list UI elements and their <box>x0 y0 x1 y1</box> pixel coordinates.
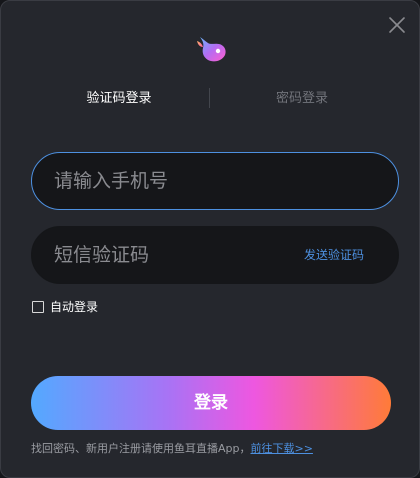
phone-field <box>31 152 399 210</box>
footer-text: 找回密码、新用户注册请使用鱼耳直播App， <box>31 442 251 455</box>
close-button[interactable] <box>385 13 409 37</box>
login-button[interactable]: 登录 <box>31 376 391 430</box>
close-icon <box>389 17 405 33</box>
code-field: 发送验证码 <box>31 226 399 284</box>
login-dialog: 验证码登录 密码登录 发送验证码 自动登录 登录 找回密码、新用户注册请使用鱼耳… <box>0 0 420 478</box>
tab-password-login[interactable]: 密码登录 <box>232 89 372 109</box>
download-link[interactable]: 前往下载>> <box>251 442 313 455</box>
auto-login-checkbox[interactable] <box>32 301 44 313</box>
tab-divider <box>209 88 210 108</box>
auto-login-label: 自动登录 <box>50 300 99 314</box>
fish-ear-logo-icon <box>194 33 228 65</box>
sms-code-input[interactable] <box>54 227 304 283</box>
footer-hint: 找回密码、新用户注册请使用鱼耳直播App，前往下载>> <box>31 441 401 457</box>
send-code-button[interactable]: 发送验证码 <box>304 245 364 265</box>
auto-login-option[interactable]: 自动登录 <box>32 298 98 316</box>
tab-sms-login[interactable]: 验证码登录 <box>49 89 189 109</box>
phone-input[interactable] <box>54 153 304 209</box>
